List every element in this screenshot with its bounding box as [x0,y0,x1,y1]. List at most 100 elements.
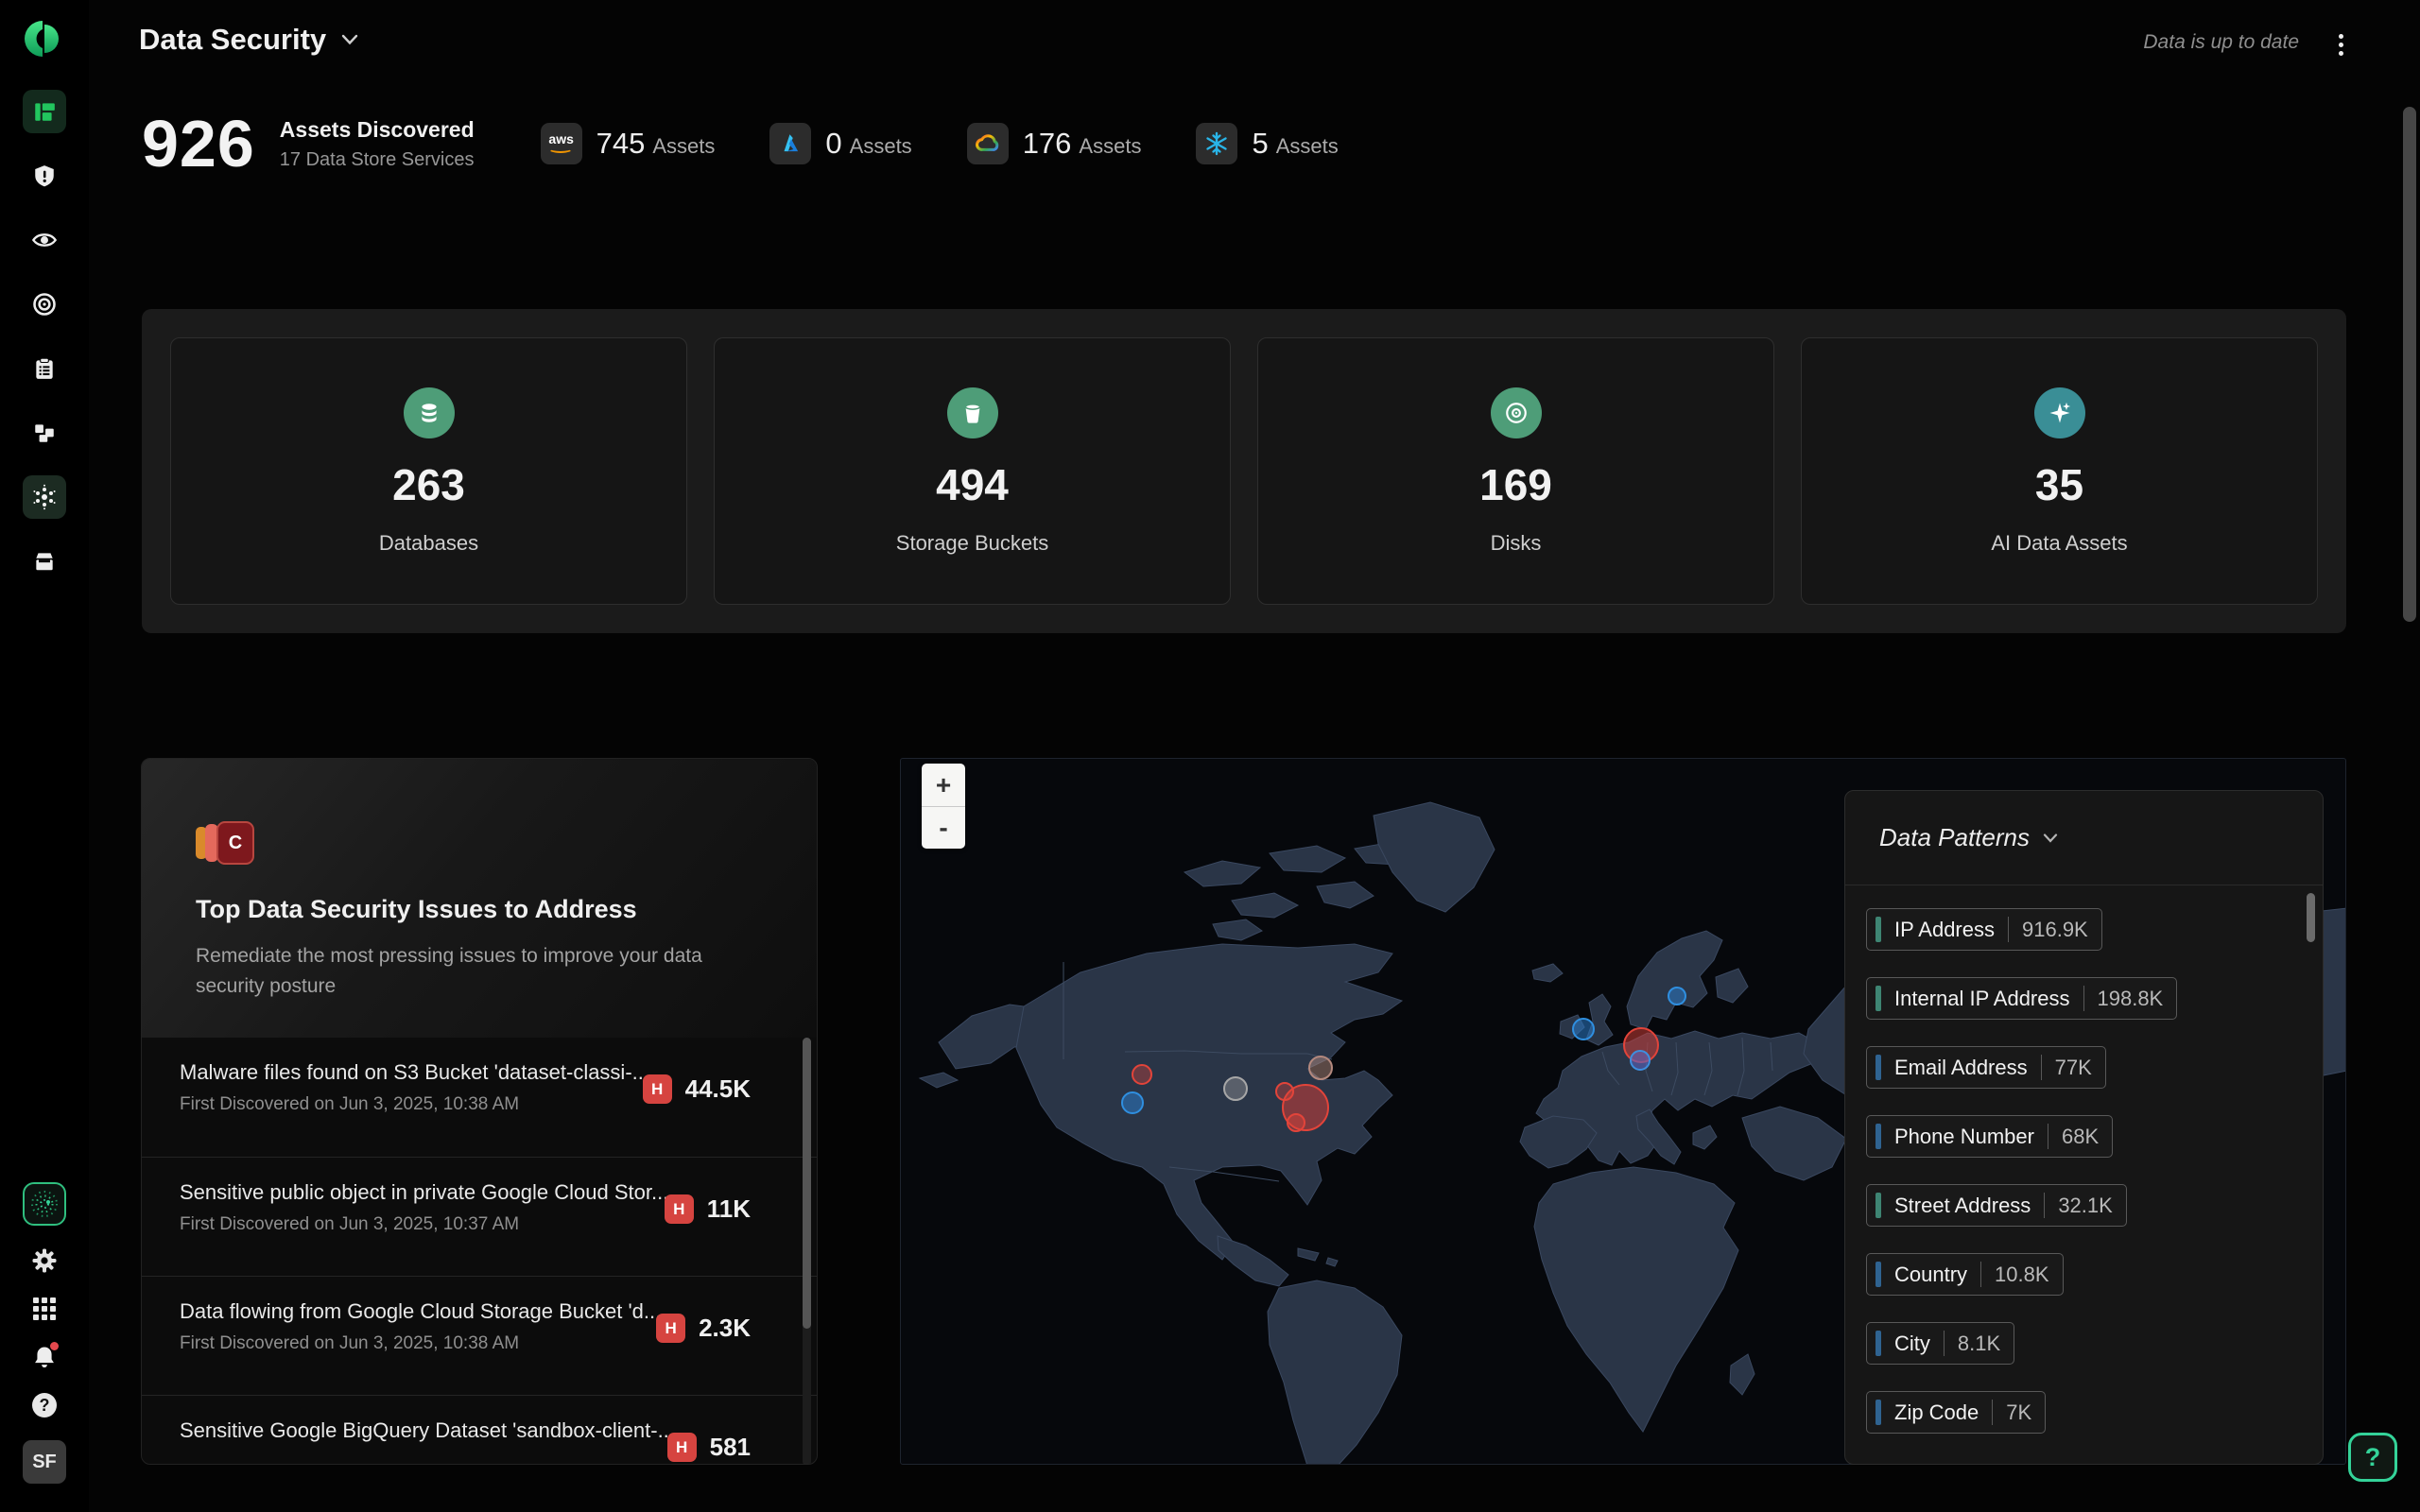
provider-azure[interactable]: 0Assets [769,123,911,164]
user-avatar[interactable]: SF [23,1440,66,1484]
severity-stack-icon: C [196,821,254,865]
pattern-divider [2083,986,2084,1011]
apps-grid-icon [33,1297,56,1320]
data-store-services-label: 17 Data Store Services [280,149,475,171]
help-button[interactable]: ? [31,1392,58,1418]
map-marker[interactable] [1287,1113,1305,1132]
sidebar-item-marketplace[interactable] [23,540,66,583]
disks-count: 169 [1479,459,1552,510]
pattern-divider [2008,917,2009,942]
data-pattern-chip[interactable]: IP Address916.9K [1866,908,2102,951]
sidebar: ? SF [0,0,89,1512]
notifications-button[interactable] [31,1344,58,1370]
question-icon: ? [32,1393,57,1418]
provider-aws[interactable]: aws 745Assets [541,123,716,164]
ai-data-assets-label: AI Data Assets [1991,531,2127,556]
map-marker[interactable] [1668,987,1686,1005]
sidebar-item-issues[interactable] [23,154,66,198]
pattern-label: IP Address [1894,918,1995,942]
issue-list-item[interactable]: Sensitive Google BigQuery Dataset 'sandb… [142,1395,817,1465]
card-storage-buckets[interactable]: 494 Storage Buckets [714,337,1231,605]
data-pattern-chip[interactable]: Zip Code7K [1866,1391,2046,1434]
sidebar-item-dashboard[interactable] [23,90,66,133]
data-pattern-chips: IP Address916.9K Internal IP Address 198.8… [1845,885,2323,1434]
map-marker[interactable] [1132,1064,1152,1085]
data-patterns-header[interactable]: Data Patterns [1845,791,2323,885]
data-pattern-chip[interactable]: Email Address77K [1866,1046,2106,1089]
apps-button[interactable] [31,1296,58,1322]
issues-scrollbar[interactable] [803,1038,811,1465]
zoom-out-button[interactable]: - [922,806,965,849]
issue-count: 44.5K [685,1074,751,1104]
ai-assistant-button[interactable] [23,1182,66,1226]
target-icon [31,291,58,318]
issue-list-item[interactable]: Malware files found on S3 Bucket 'datase… [142,1038,817,1157]
snowflake-icon [1196,123,1237,164]
snowflake-count: 5 [1252,127,1268,160]
brand-logo-icon[interactable] [23,17,66,60]
data-pattern-chip[interactable]: Internal IP Address 198.8K [1866,977,2177,1020]
dashboard-icon [32,99,57,124]
page-title[interactable]: Data Security [139,23,358,57]
gcp-icon [967,123,1009,164]
ai-data-assets-count: 35 [2035,459,2083,510]
summary-cards: 263 Databases 494 Storage Buckets 169 Di… [142,309,2346,633]
issue-list-item[interactable]: Data flowing from Google Cloud Storage B… [142,1276,817,1395]
aws-icon: aws [541,123,582,164]
gcp-count-label: Assets [1079,134,1141,158]
chevron-down-icon [341,34,358,45]
sidebar-item-inventory[interactable] [23,411,66,455]
data-patterns-panel: Data Patterns IP Address916.9K Internal I… [1844,790,2324,1465]
card-disks[interactable]: 169 Disks [1257,337,1774,605]
kebab-menu-icon[interactable] [2331,28,2350,60]
map-marker[interactable] [1308,1056,1333,1080]
clipboard-list-icon [32,356,57,381]
map-marker[interactable] [1275,1082,1294,1101]
azure-count: 0 [825,127,841,160]
issue-list-item[interactable]: Sensitive public object in private Googl… [142,1157,817,1276]
issue-count: 581 [710,1433,751,1462]
provider-snowflake[interactable]: 5Assets [1196,123,1338,164]
azure-icon [769,123,811,164]
severity-high-badge: H [643,1074,672,1104]
pattern-label: Country [1894,1263,1967,1287]
data-pattern-chip[interactable]: Street Address32.1K [1866,1184,2127,1227]
sidebar-item-data-security[interactable] [23,475,66,519]
map-marker[interactable] [1572,1018,1595,1040]
top-issues-header: C Top Data Security Issues to Address Re… [142,759,817,1038]
data-pattern-chip[interactable]: City8.1K [1866,1322,2014,1365]
pattern-color-bar [1876,1124,1881,1149]
card-databases[interactable]: 263 Databases [170,337,687,605]
issues-list: Malware files found on S3 Bucket 'datase… [142,1038,817,1465]
provider-stats: aws 745Assets 0Assets [541,123,1339,164]
page-scrollbar[interactable] [2403,107,2416,622]
pattern-count: 32.1K [2058,1194,2113,1218]
gcp-count: 176 [1023,127,1072,160]
sidebar-item-visibility[interactable] [23,218,66,262]
data-pattern-chip[interactable]: Phone Number68K [1866,1115,2113,1158]
provider-gcp[interactable]: 176 Assets [967,123,1142,164]
pattern-divider [2044,1193,2045,1218]
help-fab-button[interactable]: ? [2348,1433,2397,1482]
map-marker[interactable] [1223,1076,1248,1101]
sparkle-icon [2034,387,2085,438]
map-marker[interactable] [1121,1091,1144,1114]
gear-icon [31,1247,58,1274]
map-marker[interactable] [1630,1050,1651,1071]
sidebar-item-compliance[interactable] [23,347,66,390]
data-patterns-scrollbar[interactable] [2307,893,2315,942]
pattern-color-bar [1876,1400,1881,1425]
databases-count: 263 [392,459,465,510]
data-pattern-chip[interactable]: Country10.8K [1866,1253,2064,1296]
pattern-count: 198.8K [2098,987,2164,1011]
zoom-in-button[interactable]: + [922,764,965,806]
pattern-divider [1944,1331,1945,1356]
pattern-count: 8.1K [1958,1332,2000,1356]
card-ai-data-assets[interactable]: 35 AI Data Assets [1801,337,2318,605]
disk-icon [1491,387,1542,438]
pattern-label: Internal IP Address [1894,987,2070,1011]
sidebar-item-threat-center[interactable] [23,283,66,326]
pattern-divider [1992,1400,1993,1425]
settings-button[interactable] [31,1247,58,1274]
top-issues-panel: C Top Data Security Issues to Address Re… [141,758,818,1465]
